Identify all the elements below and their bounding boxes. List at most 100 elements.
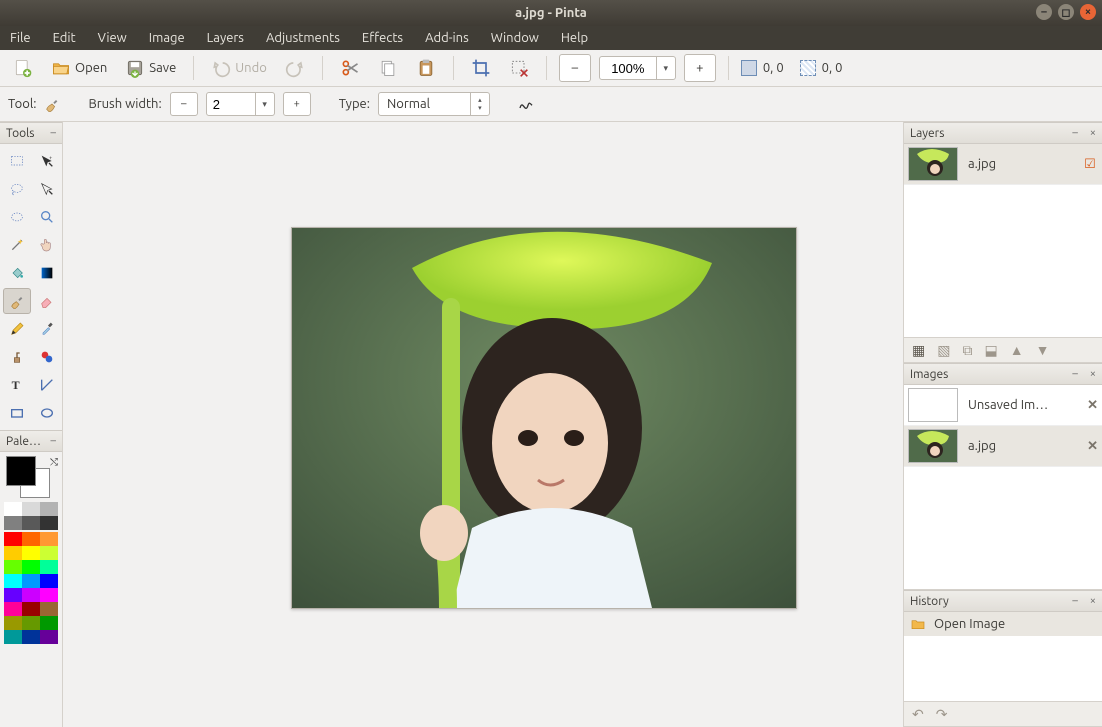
swatch[interactable] <box>4 546 22 560</box>
history-panel-minimize[interactable]: – <box>1072 595 1077 607</box>
tool-pan[interactable] <box>33 232 61 258</box>
menu-view[interactable]: View <box>98 31 127 45</box>
image-close-button[interactable]: ✕ <box>1087 398 1098 413</box>
delete-layer-button[interactable]: ▧ <box>937 342 950 359</box>
image-row[interactable]: Unsaved Im…✕ <box>904 385 1102 426</box>
tool-rectangle-select[interactable] <box>3 148 31 174</box>
stroke-style-icon[interactable] <box>518 96 534 112</box>
tool-magic-wand[interactable] <box>3 232 31 258</box>
tool-zoom[interactable] <box>33 204 61 230</box>
swatch[interactable] <box>40 560 58 574</box>
swatch[interactable] <box>22 532 40 546</box>
swatch[interactable] <box>22 546 40 560</box>
layers-panel-minimize[interactable]: – <box>1072 127 1077 139</box>
swatch[interactable] <box>4 588 22 602</box>
canvas-image[interactable] <box>291 227 797 609</box>
swatch[interactable] <box>4 574 22 588</box>
primary-color[interactable] <box>6 456 36 486</box>
history-panel-close[interactable]: × <box>1090 595 1096 607</box>
menu-edit[interactable]: Edit <box>53 31 76 45</box>
color-swatch[interactable]: ⤭ <box>4 456 58 498</box>
swatch[interactable] <box>40 616 58 630</box>
merge-layer-button[interactable]: ⬓ <box>984 342 997 359</box>
swatch[interactable] <box>4 616 22 630</box>
tool-gradient[interactable] <box>33 260 61 286</box>
tool-pencil[interactable] <box>3 316 31 342</box>
swatch[interactable] <box>40 502 58 516</box>
swatch[interactable] <box>40 574 58 588</box>
swatch[interactable] <box>40 588 58 602</box>
menu-help[interactable]: Help <box>561 31 588 45</box>
zoom-in-button[interactable]: + <box>684 54 716 82</box>
undo-button[interactable]: Undo <box>206 55 272 81</box>
layers-panel-header[interactable]: Layers – × <box>904 122 1102 144</box>
menu-effects[interactable]: Effects <box>362 31 403 45</box>
window-close-button[interactable]: × <box>1080 4 1096 20</box>
brush-width-increment[interactable]: + <box>283 92 311 116</box>
images-panel-close[interactable]: × <box>1090 368 1096 380</box>
swatch[interactable] <box>4 532 22 546</box>
swatch[interactable] <box>22 574 40 588</box>
palette-panel-minimize[interactable]: – <box>51 435 56 447</box>
swatch[interactable] <box>40 546 58 560</box>
tool-ellipse-select[interactable] <box>3 204 31 230</box>
history-undo-button[interactable]: ↶ <box>912 706 924 723</box>
menu-image[interactable]: Image <box>149 31 185 45</box>
window-minimize-button[interactable]: – <box>1036 4 1052 20</box>
menu-adjustments[interactable]: Adjustments <box>266 31 340 45</box>
save-button[interactable]: Save <box>120 55 181 81</box>
paste-button[interactable] <box>411 55 441 81</box>
swatch[interactable] <box>22 516 40 530</box>
tool-move-selection[interactable] <box>33 176 61 202</box>
brush-type-field[interactable]: Normal ▴▾ <box>378 92 490 116</box>
tool-paint-bucket[interactable] <box>3 260 31 286</box>
duplicate-layer-button[interactable]: ⧉ <box>962 342 972 359</box>
image-row[interactable]: a.jpg✕ <box>904 426 1102 467</box>
copy-button[interactable] <box>373 55 403 81</box>
tool-text[interactable]: T <box>3 372 31 398</box>
new-button[interactable] <box>8 55 38 81</box>
layer-up-button[interactable]: ▲ <box>1010 342 1024 358</box>
window-maximize-button[interactable]: ◻ <box>1058 4 1074 20</box>
zoom-dropdown[interactable]: ▾ <box>656 57 675 79</box>
canvas-area[interactable] <box>63 122 903 727</box>
brush-width-input[interactable] <box>207 96 255 113</box>
menu-file[interactable]: File <box>10 31 31 45</box>
tool-eraser[interactable] <box>33 288 61 314</box>
tool-move-selected[interactable]: + <box>33 148 61 174</box>
brush-width-field[interactable]: ▾ <box>206 92 275 116</box>
add-layer-button[interactable]: ▦ <box>912 342 925 359</box>
history-panel-header[interactable]: History – × <box>904 590 1102 612</box>
swatch[interactable] <box>22 616 40 630</box>
tool-paintbrush[interactable] <box>3 288 31 314</box>
zoom-input[interactable] <box>600 60 656 77</box>
image-close-button[interactable]: ✕ <box>1087 439 1098 454</box>
layer-visible-checkbox[interactable]: ☑ <box>1082 157 1098 172</box>
tool-ellipse-shape[interactable] <box>33 400 61 426</box>
images-panel-minimize[interactable]: – <box>1072 368 1077 380</box>
tools-panel-header[interactable]: Tools – <box>0 122 62 144</box>
open-button[interactable]: Open <box>46 55 112 81</box>
tools-panel-minimize[interactable]: – <box>51 127 56 139</box>
swatch[interactable] <box>22 560 40 574</box>
swatch[interactable] <box>22 588 40 602</box>
tool-recolor[interactable] <box>33 344 61 370</box>
swatch[interactable] <box>40 516 58 530</box>
deselect-button[interactable] <box>504 55 534 81</box>
swatch[interactable] <box>40 630 58 644</box>
swatch[interactable] <box>40 532 58 546</box>
history-redo-button[interactable]: ↷ <box>936 706 948 723</box>
zoom-field[interactable]: ▾ <box>599 56 676 80</box>
tool-line-curve[interactable] <box>33 372 61 398</box>
layers-panel-close[interactable]: × <box>1090 127 1096 139</box>
swatch[interactable] <box>4 516 22 530</box>
tool-rectangle-shape[interactable] <box>3 400 31 426</box>
menu-window[interactable]: Window <box>491 31 539 45</box>
brush-type-stepper[interactable]: ▴▾ <box>470 93 489 115</box>
brush-width-decrement[interactable]: – <box>170 92 198 116</box>
swatch[interactable] <box>4 602 22 616</box>
cut-button[interactable] <box>335 55 365 81</box>
history-row[interactable]: Open Image <box>904 612 1102 636</box>
menu-layers[interactable]: Layers <box>207 31 244 45</box>
swatch[interactable] <box>4 502 22 516</box>
